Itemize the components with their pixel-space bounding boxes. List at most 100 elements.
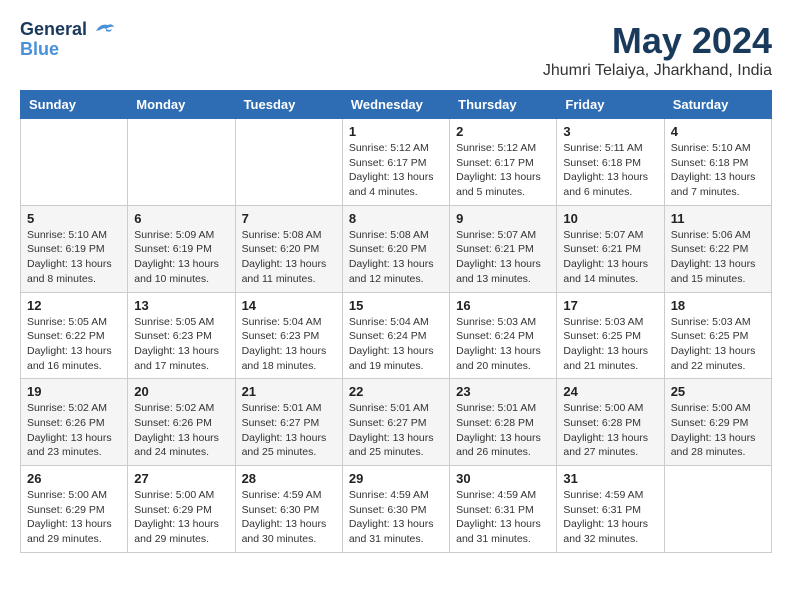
calendar-week-row: 26Sunrise: 5:00 AM Sunset: 6:29 PM Dayli… — [21, 466, 772, 553]
calendar-cell: 14Sunrise: 5:04 AM Sunset: 6:23 PM Dayli… — [235, 292, 342, 379]
day-number: 4 — [671, 124, 765, 139]
calendar-day-header: Sunday — [21, 91, 128, 119]
calendar-day-header: Thursday — [450, 91, 557, 119]
day-info: Sunrise: 5:06 AM Sunset: 6:22 PM Dayligh… — [671, 228, 765, 287]
day-number: 6 — [134, 211, 228, 226]
day-number: 16 — [456, 298, 550, 313]
day-number: 8 — [349, 211, 443, 226]
day-info: Sunrise: 5:05 AM Sunset: 6:23 PM Dayligh… — [134, 315, 228, 374]
day-info: Sunrise: 5:07 AM Sunset: 6:21 PM Dayligh… — [563, 228, 657, 287]
day-info: Sunrise: 5:10 AM Sunset: 6:19 PM Dayligh… — [27, 228, 121, 287]
calendar-cell: 27Sunrise: 5:00 AM Sunset: 6:29 PM Dayli… — [128, 466, 235, 553]
day-info: Sunrise: 5:12 AM Sunset: 6:17 PM Dayligh… — [349, 141, 443, 200]
calendar-cell: 9Sunrise: 5:07 AM Sunset: 6:21 PM Daylig… — [450, 205, 557, 292]
calendar-cell — [128, 119, 235, 206]
calendar-cell: 5 Sunrise: 5:10 AM Sunset: 6:19 PM Daylig… — [21, 205, 128, 292]
calendar-cell: 10 Sunrise: 5:07 AM Sunset: 6:21 PM Dayli… — [557, 205, 664, 292]
day-info: Sunrise: 5:00 AM Sunset: 6:28 PM Dayligh… — [563, 401, 657, 460]
day-number: 1 — [349, 124, 443, 139]
calendar-cell: 4 Sunrise: 5:10 AM Sunset: 6:18 PM Daylig… — [664, 119, 771, 206]
calendar-day-header: Wednesday — [342, 91, 449, 119]
day-info: Sunrise: 5:03 AM Sunset: 6:25 PM Dayligh… — [563, 315, 657, 374]
day-info: Sunrise: 5:10 AM Sunset: 6:18 PM Dayligh… — [671, 141, 765, 200]
calendar-week-row: 19Sunrise: 5:02 AM Sunset: 6:26 PM Dayli… — [21, 379, 772, 466]
day-info: Sunrise: 5:01 AM Sunset: 6:27 PM Dayligh… — [349, 401, 443, 460]
day-info: Sunrise: 5:00 AM Sunset: 6:29 PM Dayligh… — [134, 488, 228, 547]
day-number: 25 — [671, 384, 765, 399]
day-number: 5 — [27, 211, 121, 226]
day-number: 14 — [242, 298, 336, 313]
calendar-week-row: 12 Sunrise: 5:05 AM Sunset: 6:22 PM Dayli… — [21, 292, 772, 379]
day-number: 30 — [456, 471, 550, 486]
day-info: Sunrise: 5:08 AM Sunset: 6:20 PM Dayligh… — [349, 228, 443, 287]
logo-bird-icon — [94, 21, 116, 39]
day-number: 19 — [27, 384, 121, 399]
calendar-cell: 1 Sunrise: 5:12 AM Sunset: 6:17 PM Daylig… — [342, 119, 449, 206]
calendar-cell — [235, 119, 342, 206]
month-year-title: May 2024 — [543, 20, 772, 62]
day-info: Sunrise: 5:00 AM Sunset: 6:29 PM Dayligh… — [671, 401, 765, 460]
calendar-day-header: Monday — [128, 91, 235, 119]
calendar-cell — [21, 119, 128, 206]
calendar-cell: 6 Sunrise: 5:09 AM Sunset: 6:19 PM Daylig… — [128, 205, 235, 292]
calendar-day-header: Saturday — [664, 91, 771, 119]
calendar-cell: 21Sunrise: 5:01 AM Sunset: 6:27 PM Dayli… — [235, 379, 342, 466]
calendar-day-header: Tuesday — [235, 91, 342, 119]
calendar-cell: 24 Sunrise: 5:00 AM Sunset: 6:28 PM Dayli… — [557, 379, 664, 466]
day-number: 2 — [456, 124, 550, 139]
calendar-cell: 28 Sunrise: 4:59 AM Sunset: 6:30 PM Dayli… — [235, 466, 342, 553]
calendar-cell: 3Sunrise: 5:11 AM Sunset: 6:18 PM Daylig… — [557, 119, 664, 206]
calendar-cell: 29 Sunrise: 4:59 AM Sunset: 6:30 PM Dayli… — [342, 466, 449, 553]
calendar-cell — [664, 466, 771, 553]
day-number: 10 — [563, 211, 657, 226]
calendar-cell: 12 Sunrise: 5:05 AM Sunset: 6:22 PM Dayli… — [21, 292, 128, 379]
day-number: 23 — [456, 384, 550, 399]
day-info: Sunrise: 4:59 AM Sunset: 6:31 PM Dayligh… — [563, 488, 657, 547]
calendar-cell: 31 Sunrise: 4:59 AM Sunset: 6:31 PM Dayli… — [557, 466, 664, 553]
calendar-cell: 7Sunrise: 5:08 AM Sunset: 6:20 PM Daylig… — [235, 205, 342, 292]
calendar-cell: 16 Sunrise: 5:03 AM Sunset: 6:24 PM Dayli… — [450, 292, 557, 379]
day-number: 22 — [349, 384, 443, 399]
day-number: 17 — [563, 298, 657, 313]
calendar-week-row: 5 Sunrise: 5:10 AM Sunset: 6:19 PM Daylig… — [21, 205, 772, 292]
calendar-day-header: Friday — [557, 91, 664, 119]
calendar-cell: 11 Sunrise: 5:06 AM Sunset: 6:22 PM Dayli… — [664, 205, 771, 292]
calendar-cell: 15 Sunrise: 5:04 AM Sunset: 6:24 PM Dayli… — [342, 292, 449, 379]
calendar-cell: 18 Sunrise: 5:03 AM Sunset: 6:25 PM Dayli… — [664, 292, 771, 379]
calendar-cell: 30Sunrise: 4:59 AM Sunset: 6:31 PM Dayli… — [450, 466, 557, 553]
calendar-cell: 17 Sunrise: 5:03 AM Sunset: 6:25 PM Dayli… — [557, 292, 664, 379]
calendar-table: SundayMondayTuesdayWednesdayThursdayFrid… — [20, 90, 772, 553]
location-subtitle: Jhumri Telaiya, Jharkhand, India — [543, 62, 772, 80]
day-info: Sunrise: 5:01 AM Sunset: 6:28 PM Dayligh… — [456, 401, 550, 460]
day-number: 12 — [27, 298, 121, 313]
day-number: 15 — [349, 298, 443, 313]
logo-line2: Blue — [20, 40, 59, 60]
day-info: Sunrise: 4:59 AM Sunset: 6:30 PM Dayligh… — [349, 488, 443, 547]
day-number: 20 — [134, 384, 228, 399]
logo-text: General — [20, 20, 116, 40]
calendar-cell: 19Sunrise: 5:02 AM Sunset: 6:26 PM Dayli… — [21, 379, 128, 466]
day-number: 28 — [242, 471, 336, 486]
day-info: Sunrise: 5:03 AM Sunset: 6:25 PM Dayligh… — [671, 315, 765, 374]
day-info: Sunrise: 5:09 AM Sunset: 6:19 PM Dayligh… — [134, 228, 228, 287]
calendar-cell: 23 Sunrise: 5:01 AM Sunset: 6:28 PM Dayli… — [450, 379, 557, 466]
title-area: May 2024 Jhumri Telaiya, Jharkhand, Indi… — [543, 20, 772, 80]
day-info: Sunrise: 4:59 AM Sunset: 6:30 PM Dayligh… — [242, 488, 336, 547]
day-number: 7 — [242, 211, 336, 226]
day-info: Sunrise: 5:12 AM Sunset: 6:17 PM Dayligh… — [456, 141, 550, 200]
day-number: 13 — [134, 298, 228, 313]
page-header: General Blue May 2024 Jhumri Telaiya, Jh… — [20, 20, 772, 80]
calendar-week-row: 1 Sunrise: 5:12 AM Sunset: 6:17 PM Daylig… — [21, 119, 772, 206]
day-number: 3 — [563, 124, 657, 139]
day-number: 24 — [563, 384, 657, 399]
day-info: Sunrise: 5:04 AM Sunset: 6:24 PM Dayligh… — [349, 315, 443, 374]
calendar-cell: 20Sunrise: 5:02 AM Sunset: 6:26 PM Dayli… — [128, 379, 235, 466]
day-info: Sunrise: 5:03 AM Sunset: 6:24 PM Dayligh… — [456, 315, 550, 374]
day-number: 11 — [671, 211, 765, 226]
calendar-cell: 26Sunrise: 5:00 AM Sunset: 6:29 PM Dayli… — [21, 466, 128, 553]
day-number: 9 — [456, 211, 550, 226]
day-info: Sunrise: 5:05 AM Sunset: 6:22 PM Dayligh… — [27, 315, 121, 374]
day-number: 29 — [349, 471, 443, 486]
day-number: 31 — [563, 471, 657, 486]
day-number: 18 — [671, 298, 765, 313]
